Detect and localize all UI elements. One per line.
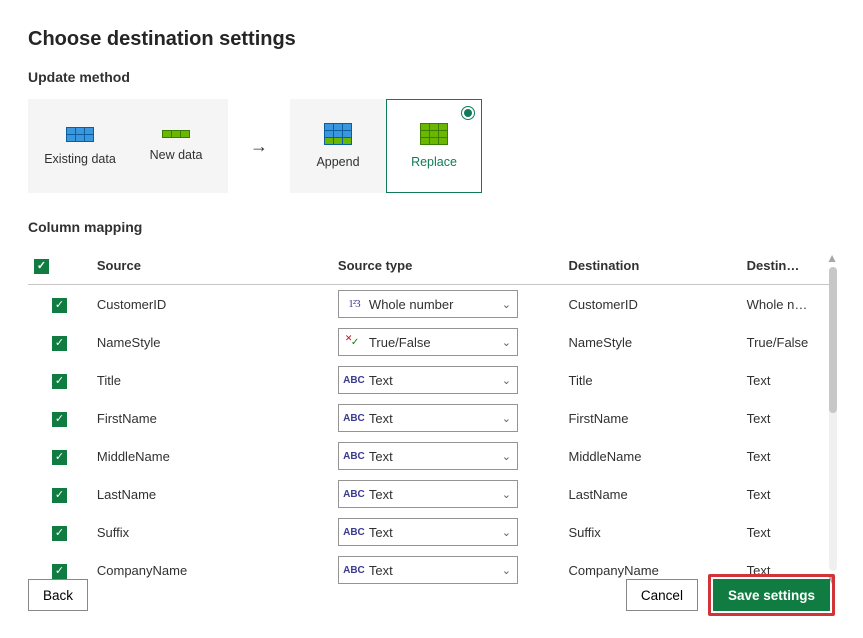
table-row: ✓LastNameABCText⌄LastNameText: [28, 475, 835, 513]
select-all-checkbox[interactable]: ✓: [34, 259, 49, 274]
row-checkbox[interactable]: ✓: [52, 374, 67, 389]
chevron-down-icon: ⌄: [502, 374, 511, 387]
row-checkbox[interactable]: ✓: [52, 450, 67, 465]
source-type-select[interactable]: ABC Text ⌄: [338, 404, 518, 432]
source-cell: NameStyle: [91, 323, 332, 361]
destination-type-cell: Text: [741, 513, 835, 551]
source-cell: MiddleName: [91, 437, 332, 475]
header-source: Source: [91, 249, 332, 285]
scroll-up-icon[interactable]: ▲: [826, 251, 838, 265]
source-type-select[interactable]: ABC Text ⌄: [338, 480, 518, 508]
footer: Back Cancel Save settings: [28, 574, 835, 616]
update-method-row: Existing data New data → Append Replace: [28, 99, 835, 193]
row-checkbox[interactable]: ✓: [52, 526, 67, 541]
destination-type-cell: Text: [741, 399, 835, 437]
method-replace[interactable]: Replace: [386, 99, 482, 193]
data-legend: Existing data New data: [28, 99, 228, 193]
chevron-down-icon: ⌄: [502, 450, 511, 463]
header-source-type: Source type: [332, 249, 563, 285]
source-cell: FirstName: [91, 399, 332, 437]
text-type-icon: ABC: [345, 451, 363, 462]
destination-type-cell: Whole n…: [741, 285, 835, 324]
table-row: ✓MiddleNameABCText⌄MiddleNameText: [28, 437, 835, 475]
header-destination-type: Destin…: [741, 249, 835, 285]
back-button[interactable]: Back: [28, 579, 88, 611]
destination-cell: Title: [562, 361, 740, 399]
legend-existing-data: Existing data: [42, 127, 118, 166]
source-type-value: Text: [369, 487, 496, 502]
method-replace-label: Replace: [411, 155, 457, 169]
destination-cell: FirstName: [562, 399, 740, 437]
source-cell: Suffix: [91, 513, 332, 551]
table-row: ✓FirstNameABCText⌄FirstNameText: [28, 399, 835, 437]
table-row: ✓SuffixABCText⌄SuffixText: [28, 513, 835, 551]
method-options: Append Replace: [290, 99, 482, 193]
append-icon: [324, 123, 352, 145]
text-type-icon: ABC: [345, 375, 363, 386]
source-type-select[interactable]: True/False ⌄: [338, 328, 518, 356]
source-type-value: Text: [369, 525, 496, 540]
chevron-down-icon: ⌄: [502, 526, 511, 539]
source-cell: CustomerID: [91, 285, 332, 324]
row-checkbox[interactable]: ✓: [52, 488, 67, 503]
method-append-label: Append: [316, 155, 359, 169]
source-type-value: Text: [369, 411, 496, 426]
row-checkbox[interactable]: ✓: [52, 298, 67, 313]
mapping-table: ✓ Source Source type Destination Destin……: [28, 249, 835, 589]
source-cell: LastName: [91, 475, 332, 513]
scrollbar-track[interactable]: [829, 267, 837, 571]
chevron-down-icon: ⌄: [502, 412, 511, 425]
save-highlight: Save settings: [708, 574, 835, 616]
source-type-select[interactable]: ABC Text ⌄: [338, 442, 518, 470]
text-type-icon: ABC: [345, 413, 363, 424]
chevron-down-icon: ⌄: [502, 336, 511, 349]
source-type-value: True/False: [369, 335, 496, 350]
source-type-select[interactable]: 1²3 Whole number ⌄: [338, 290, 518, 318]
table-row: ✓TitleABCText⌄TitleText: [28, 361, 835, 399]
table-row: ✓CustomerID1²3Whole number⌄CustomerIDWho…: [28, 285, 835, 324]
destination-cell: LastName: [562, 475, 740, 513]
row-checkbox[interactable]: ✓: [52, 412, 67, 427]
header-destination: Destination: [562, 249, 740, 285]
text-type-icon: ABC: [345, 489, 363, 500]
number-type-icon: 1²3: [345, 298, 363, 310]
table-row: ✓NameStyleTrue/False⌄NameStyleTrue/False: [28, 323, 835, 361]
scrollbar-thumb[interactable]: [829, 267, 837, 413]
destination-type-cell: Text: [741, 475, 835, 513]
boolean-type-icon: [345, 335, 363, 349]
table-icon-existing: [66, 127, 94, 142]
source-type-value: Whole number: [369, 297, 496, 312]
page-title: Choose destination settings: [28, 28, 835, 51]
legend-new-data: New data: [138, 130, 214, 162]
legend-new-label: New data: [150, 148, 203, 162]
cancel-button[interactable]: Cancel: [626, 579, 698, 611]
selected-radio-icon: [461, 106, 475, 120]
destination-cell: Suffix: [562, 513, 740, 551]
destination-cell: MiddleName: [562, 437, 740, 475]
destination-type-cell: Text: [741, 437, 835, 475]
legend-existing-label: Existing data: [44, 152, 116, 166]
arrow-icon: →: [250, 136, 268, 157]
column-mapping-area: ✓ Source Source type Destination Destin……: [28, 249, 835, 589]
chevron-down-icon: ⌄: [502, 488, 511, 501]
method-append[interactable]: Append: [290, 99, 386, 193]
row-checkbox[interactable]: ✓: [52, 336, 67, 351]
source-type-value: Text: [369, 373, 496, 388]
destination-cell: NameStyle: [562, 323, 740, 361]
table-icon-new: [162, 130, 190, 138]
chevron-down-icon: ⌄: [502, 298, 511, 311]
column-mapping-label: Column mapping: [28, 219, 835, 235]
text-type-icon: ABC: [345, 527, 363, 538]
source-type-select[interactable]: ABC Text ⌄: [338, 518, 518, 546]
destination-type-cell: True/False: [741, 323, 835, 361]
header-checkbox-cell: ✓: [28, 249, 91, 285]
source-cell: Title: [91, 361, 332, 399]
update-method-label: Update method: [28, 69, 835, 85]
save-settings-button[interactable]: Save settings: [713, 579, 830, 611]
source-type-select[interactable]: ABC Text ⌄: [338, 366, 518, 394]
source-type-value: Text: [369, 449, 496, 464]
destination-cell: CustomerID: [562, 285, 740, 324]
replace-icon: [420, 123, 448, 145]
destination-type-cell: Text: [741, 361, 835, 399]
